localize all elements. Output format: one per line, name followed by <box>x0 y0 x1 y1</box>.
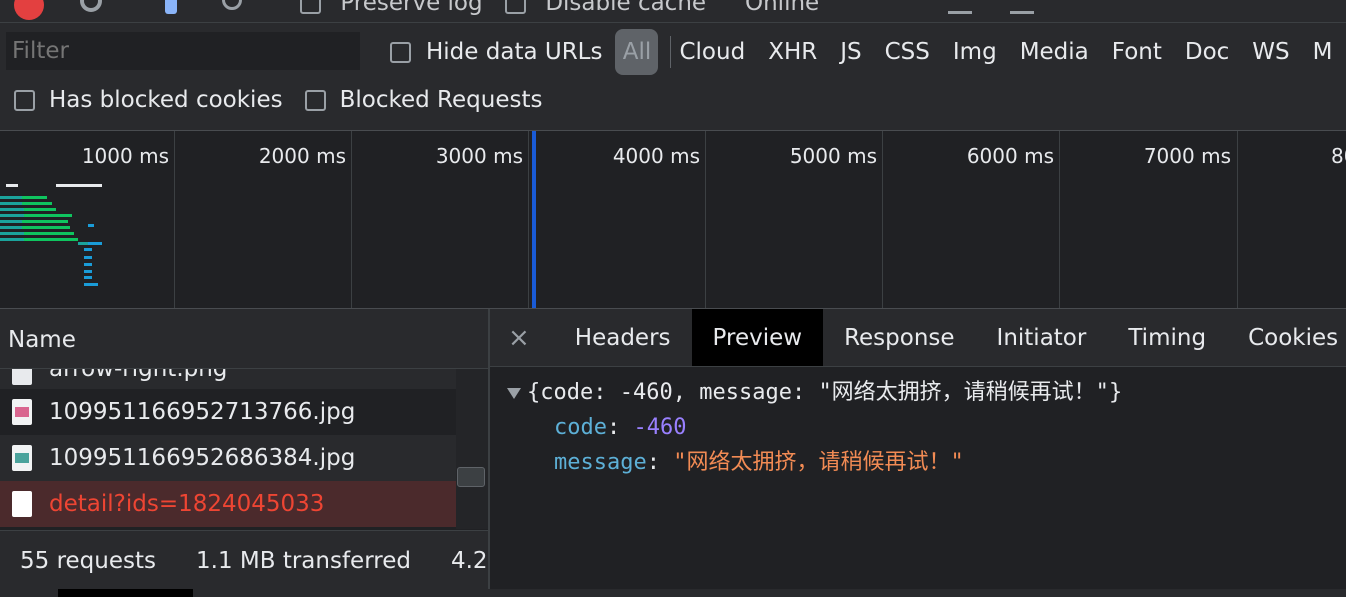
network-toolbar: Preserve log Disable cache Online <box>0 0 1346 23</box>
json-key: message <box>554 450 647 475</box>
timeline-overview[interactable]: 1000 ms 2000 ms 3000 ms 4000 ms 5000 ms … <box>0 131 1346 309</box>
tick-label: 7000 ms <box>1143 144 1231 168</box>
clear-icon[interactable] <box>80 0 102 18</box>
expand-triangle-icon[interactable] <box>507 387 521 399</box>
grid-line <box>351 131 352 308</box>
tick-label: 1000 ms <box>81 144 169 168</box>
request-list-pane: Name arrow-right.png 109951166952713766.… <box>0 309 490 597</box>
record-button[interactable] <box>14 0 44 22</box>
name-column-label: Name <box>8 327 76 353</box>
request-list-scrollbar[interactable] <box>456 369 488 529</box>
json-property-code[interactable]: code: -460 <box>490 410 1122 445</box>
image-file-icon <box>12 399 32 425</box>
json-property-message[interactable]: message: "网络太拥挤，请稍候再试！" <box>490 445 1122 480</box>
name-column-header[interactable]: Name <box>0 309 488 369</box>
filter-input[interactable] <box>6 32 360 70</box>
filter-type-img[interactable]: Img <box>953 39 997 65</box>
filter-type-font[interactable]: Font <box>1112 39 1162 65</box>
json-number-value: -460 <box>633 415 687 440</box>
transferred-size: 1.1 MB transferred <box>196 547 411 574</box>
tab-preview[interactable]: Preview <box>691 309 824 366</box>
export-har-icon[interactable] <box>1010 0 1034 20</box>
tick-label: 2000 ms <box>258 144 346 168</box>
filter-type-xhr[interactable]: XHR <box>768 39 817 65</box>
request-row[interactable]: 109951166952686384.jpg <box>0 435 456 481</box>
request-name: 109951166952686384.jpg <box>49 445 356 471</box>
request-name: 109951166952713766.jpg <box>49 399 356 425</box>
import-har-icon[interactable] <box>948 0 972 20</box>
status-bar: 55 requests 1.1 MB transferred 4.2 <box>0 530 488 590</box>
blocked-requests-checkbox[interactable] <box>304 89 326 111</box>
filter-type-js[interactable]: JS <box>840 39 861 65</box>
disable-cache-checkbox[interactable]: Disable cache <box>505 0 706 16</box>
filter-type-media[interactable]: Media <box>1020 39 1089 65</box>
request-count: 55 requests <box>20 547 156 574</box>
filter-bar: Hide data URLs All Cloud XHR JS CSS Img … <box>0 23 1346 131</box>
document-file-icon <box>12 491 32 517</box>
request-row[interactable]: 109951166952713766.jpg <box>0 389 456 435</box>
tab-response[interactable]: Response <box>823 309 975 366</box>
filter-type-doc[interactable]: Doc <box>1185 39 1229 65</box>
preserve-log-checkbox[interactable]: Preserve log <box>300 0 483 16</box>
scrollbar-thumb[interactable] <box>457 467 485 487</box>
details-tab-bar: × Headers Preview Response Initiator Tim… <box>490 309 1346 367</box>
tick-label: 80 <box>1331 144 1346 168</box>
has-blocked-cookies-checkbox[interactable] <box>14 89 35 111</box>
throttling-select[interactable]: Online <box>745 0 819 16</box>
blocked-requests-label: Blocked Requests <box>339 87 543 113</box>
has-blocked-cookies-label: Has blocked cookies <box>49 87 283 113</box>
image-file-icon <box>12 369 32 385</box>
grid-line <box>705 131 706 308</box>
tick-label: 4000 ms <box>612 144 700 168</box>
tick-label: 3000 ms <box>435 144 523 168</box>
json-root[interactable]: {code: -460, message: "网络太拥挤，请稍候再试！"} <box>490 375 1122 410</box>
grid-line <box>1237 131 1238 308</box>
request-row[interactable]: arrow-right.png <box>0 369 456 389</box>
tick-label: 6000 ms <box>966 144 1054 168</box>
bottom-drawer-tab[interactable] <box>58 589 193 597</box>
tick-label: 5000 ms <box>789 144 877 168</box>
filter-type-cloud[interactable]: Cloud <box>679 39 745 65</box>
grid-line <box>528 131 529 308</box>
tab-cookies[interactable]: Cookies <box>1227 309 1346 366</box>
filter-type-ws[interactable]: WS <box>1252 39 1289 65</box>
request-name: detail?ids=1824045033 <box>49 491 325 517</box>
disable-cache-label: Disable cache <box>545 0 707 16</box>
request-row-error[interactable]: detail?ids=1824045033 <box>0 481 456 527</box>
json-key: code <box>554 415 607 440</box>
grid-line <box>174 131 175 308</box>
bottom-drawer-edge <box>0 589 1346 597</box>
filter-type-manifest[interactable]: M <box>1313 39 1333 65</box>
image-file-icon <box>12 445 32 471</box>
filter-all-button[interactable]: All <box>615 29 659 75</box>
tab-timing[interactable]: Timing <box>1107 309 1227 366</box>
json-preview: {code: -460, message: "网络太拥挤，请稍候再试！"} co… <box>490 375 1122 480</box>
request-name: arrow-right.png <box>49 369 228 382</box>
close-icon[interactable]: × <box>508 323 530 353</box>
divider <box>670 36 672 68</box>
tab-headers[interactable]: Headers <box>554 309 692 366</box>
hide-data-urls-label: Hide data URLs <box>426 39 603 65</box>
filter-row-2: Has blocked cookies Blocked Requests <box>14 87 564 113</box>
filter-type-css[interactable]: CSS <box>885 39 930 65</box>
timeline-marker <box>532 131 536 308</box>
grid-line <box>1059 131 1060 308</box>
hide-data-urls-checkbox[interactable] <box>390 41 411 63</box>
json-string-value: "网络太拥挤，请稍候再试！" <box>673 450 964 475</box>
grid-line <box>882 131 883 308</box>
tab-initiator[interactable]: Initiator <box>976 309 1108 366</box>
resources-size: 4.2 <box>450 547 488 574</box>
request-details-pane: × Headers Preview Response Initiator Tim… <box>490 309 1346 597</box>
preserve-log-label: Preserve log <box>340 0 483 16</box>
filter-toggle-icon[interactable] <box>165 0 177 20</box>
filter-row: Hide data URLs All Cloud XHR JS CSS Img … <box>390 29 1346 75</box>
search-icon[interactable] <box>222 0 242 16</box>
